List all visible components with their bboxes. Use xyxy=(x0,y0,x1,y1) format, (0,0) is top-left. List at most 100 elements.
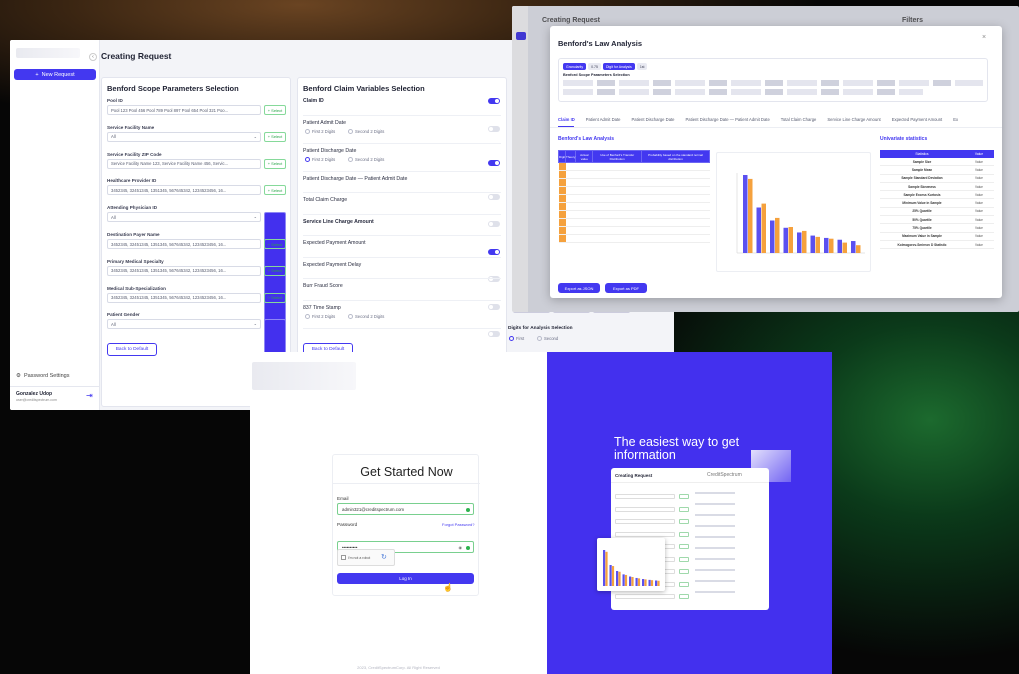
preview-bar xyxy=(635,577,638,586)
table-cell xyxy=(565,170,576,179)
second-digits-radio[interactable]: Second 2 Digits xyxy=(348,128,384,134)
preview-bar xyxy=(603,550,606,586)
claim-variable-toggle[interactable] xyxy=(488,98,500,104)
select-field[interactable]: All ⌄ xyxy=(107,319,261,330)
table-row xyxy=(558,226,710,235)
password-settings-link[interactable]: ⚙ Password Settings xyxy=(16,373,70,379)
export-json-button[interactable]: Export as JSON xyxy=(558,283,600,293)
digit-second-radio[interactable]: Second xyxy=(537,336,558,341)
text-field[interactable]: 3452345, 32451345, 1351345, 567645342, 1… xyxy=(107,265,261,276)
table-row xyxy=(558,178,710,187)
email-field[interactable]: admin321@creditspectrum.com xyxy=(337,503,474,515)
text-field[interactable]: 3452345, 32451345, 1351345, 567645342, 1… xyxy=(107,292,261,303)
captcha-checkbox[interactable] xyxy=(341,555,346,560)
captcha[interactable]: I'm not a robot ↻ xyxy=(337,549,395,566)
preview-bar xyxy=(631,576,634,586)
preview-toggle-row xyxy=(695,591,735,593)
text-field[interactable]: Pool 123 Pool 456 Pool 789 Pool 897 Pool… xyxy=(107,105,261,115)
claim-variable-label: Patient Discharge Date xyxy=(303,147,357,154)
table-cell xyxy=(592,178,642,187)
second-digits-radio[interactable]: Second 2 Digits xyxy=(348,313,384,319)
table-cell xyxy=(565,210,576,219)
field-action-button[interactable]: + Select xyxy=(264,158,286,169)
first-digits-radio[interactable]: First 2 Digits xyxy=(305,128,335,134)
table-cell xyxy=(558,202,566,211)
claim-variable-toggle[interactable] xyxy=(488,159,500,166)
preview-bar xyxy=(611,566,615,586)
eye-icon[interactable]: ◉ xyxy=(459,545,463,550)
preview-bar xyxy=(624,574,628,586)
table-cell xyxy=(592,162,642,171)
preview-field-action xyxy=(679,556,689,562)
claim-variable-toggle[interactable] xyxy=(488,276,500,282)
claim-variable-toggle[interactable] xyxy=(488,193,500,200)
preview-toggle-row xyxy=(695,514,735,516)
variable-tab[interactable]: Patient Discharge Date — Patient Admit D… xyxy=(686,117,770,122)
table-cell xyxy=(575,170,593,179)
table-cell xyxy=(592,194,642,203)
table-row xyxy=(558,170,710,179)
field-action-button[interactable]: + Select xyxy=(264,265,286,276)
logout-icon[interactable]: ⇥ xyxy=(86,391,93,400)
login-button[interactable]: Log In xyxy=(337,573,474,584)
stats-row: Maximum Value in Sample Value xyxy=(880,233,994,241)
preview-field xyxy=(615,519,675,524)
collapse-icon[interactable]: ‹ xyxy=(89,53,97,61)
chevron-down-icon: ⌄ xyxy=(253,133,257,139)
field-action-button[interactable]: + Select xyxy=(264,131,286,142)
password-label: Password xyxy=(337,522,358,527)
variable-tab[interactable]: Ex xyxy=(953,117,958,122)
variable-tab[interactable]: Expected Payment Amount xyxy=(892,117,943,122)
claim-variable-toggle[interactable] xyxy=(488,331,500,337)
text-field[interactable]: Service Facility Name 123, Service Facil… xyxy=(107,158,261,169)
stats-row: Sample Size Value xyxy=(880,158,994,167)
page-title: Creating Request xyxy=(101,51,172,61)
export-pdf-button[interactable]: Export as PDF xyxy=(605,283,647,293)
table-row xyxy=(558,162,710,171)
table-cell xyxy=(641,162,710,171)
table-cell xyxy=(575,210,593,219)
back-to-default-button[interactable]: Back to Default xyxy=(107,343,157,356)
field-action-button[interactable]: + Select xyxy=(264,239,286,249)
digit-first-radio[interactable]: First xyxy=(509,336,524,341)
text-field[interactable]: 3452345, 32451345, 1351345, 567645342, 1… xyxy=(107,239,261,249)
variable-tab[interactable]: Service Line Charge Amount xyxy=(827,117,880,122)
field-action-button[interactable]: + Select xyxy=(264,292,286,303)
select-field[interactable]: All ⌄ xyxy=(107,131,261,142)
first-digits-radio[interactable]: First 2 Digits xyxy=(305,156,335,162)
bar xyxy=(783,227,788,253)
field-action-button[interactable]: + Select xyxy=(264,105,286,115)
first-digits-radio[interactable]: First 2 Digits xyxy=(305,313,335,319)
benford-analysis-screen: Creating Request Filters Benford's Law A… xyxy=(512,6,1019,312)
stats-row: Sample Mean Value xyxy=(880,166,994,175)
radio-dot xyxy=(305,313,310,319)
new-request-button[interactable]: + New Request xyxy=(14,69,96,80)
claim-variable-toggle[interactable] xyxy=(488,248,500,255)
table-header: Probability based on the standard normal… xyxy=(641,150,710,163)
claim-variable-toggle[interactable] xyxy=(488,125,500,132)
close-icon[interactable]: × xyxy=(982,34,986,41)
select-field[interactable]: All ⌄ xyxy=(107,212,261,223)
table-cell xyxy=(558,194,566,203)
radio-dot xyxy=(509,336,514,341)
claim-variable-toggle[interactable] xyxy=(488,221,500,227)
plus-icon: + xyxy=(35,71,39,78)
field-action-button[interactable]: + Select xyxy=(264,185,286,196)
variable-tab[interactable]: Claim ID xyxy=(558,117,575,122)
bar xyxy=(842,242,847,253)
preview-toggle-row xyxy=(695,547,735,549)
variable-tab[interactable]: Total Claim Charge xyxy=(781,117,817,122)
second-digits-radio[interactable]: Second 2 Digits xyxy=(348,156,384,162)
claim-variable-label: Claim ID xyxy=(303,98,324,104)
variable-tab[interactable]: Patient Discharge Date xyxy=(631,117,674,122)
forgot-password-link[interactable]: Forgot Password? xyxy=(442,522,474,527)
claim-variable-toggle[interactable] xyxy=(488,303,500,310)
divider xyxy=(303,114,501,116)
table-cell xyxy=(641,226,710,235)
preview-bar-chart xyxy=(603,550,660,586)
table-cell xyxy=(575,194,593,203)
preview-chart-card xyxy=(597,538,665,591)
variable-tab[interactable]: Patient Admit Date xyxy=(586,117,621,122)
text-field[interactable]: 3452345, 32451345, 1351345, 567645342, 1… xyxy=(107,185,261,196)
table-cell xyxy=(575,162,593,171)
